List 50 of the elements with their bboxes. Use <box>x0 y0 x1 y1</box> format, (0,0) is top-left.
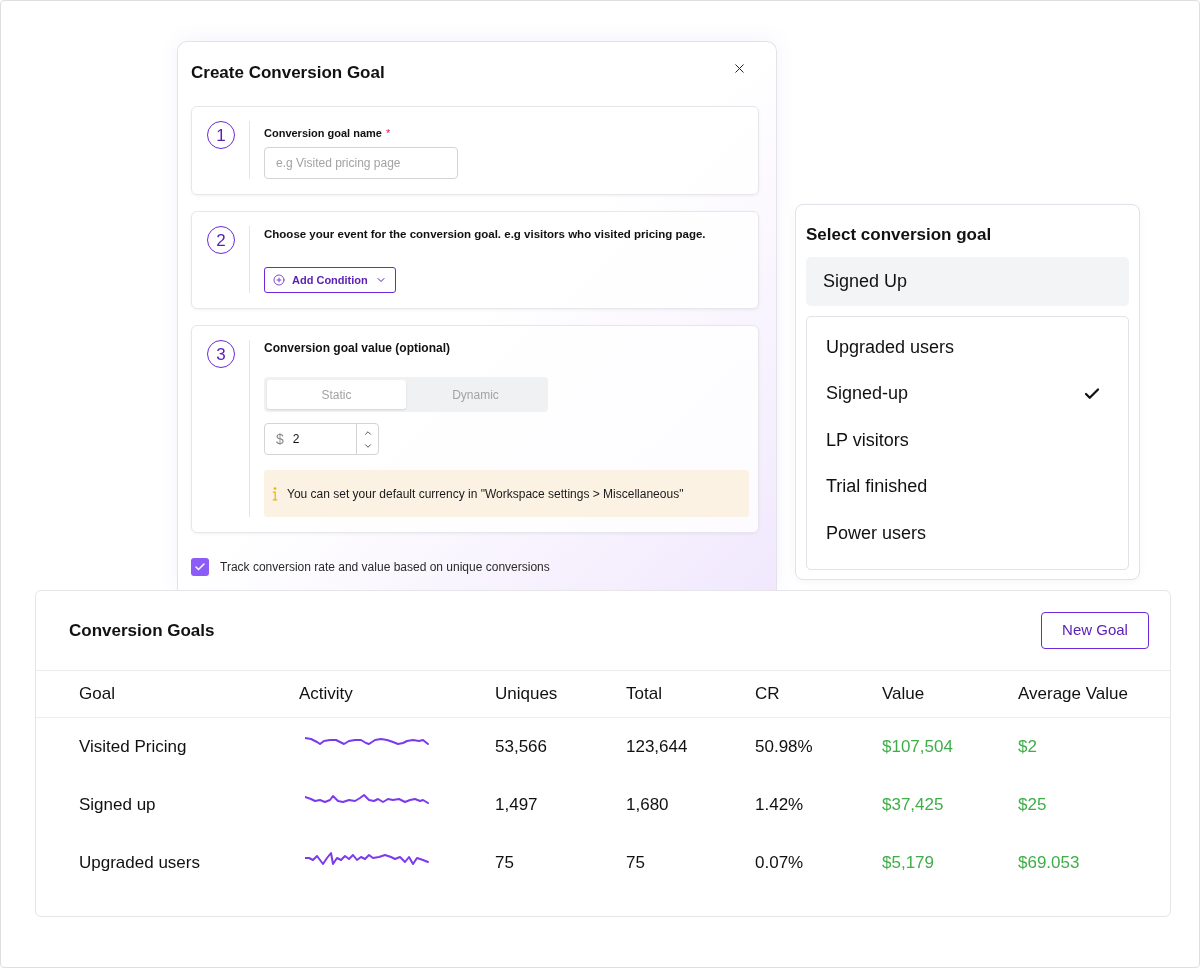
table-cell-text: 1,497 <box>495 794 538 817</box>
plus-circle-icon <box>273 274 285 286</box>
table-cell-text: 75 <box>495 852 514 875</box>
goal-option[interactable]: Power users <box>807 510 1128 557</box>
goal-option[interactable]: LP visitors <box>807 417 1128 464</box>
step-description: Choose your event for the conversion goal. e.g visitors who visited pricing page. <box>264 227 707 242</box>
column-header: Goal <box>79 683 116 706</box>
table-cell-text: Upgraded users <box>79 852 200 875</box>
table-cell-text: 123,644 <box>626 736 688 759</box>
goal-name-input[interactable]: e.g Visited pricing page <box>264 147 458 179</box>
table-cell-text: $37,425 <box>882 794 944 817</box>
table-cell-text: 53,566 <box>495 736 547 759</box>
checkbox[interactable] <box>191 558 209 576</box>
column-header: CR <box>755 683 781 706</box>
table-cell-text: 1,680 <box>626 794 669 817</box>
goal-option[interactable]: Signed-up <box>807 370 1128 417</box>
card-title: Conversion Goals <box>69 619 215 642</box>
info-icon <box>272 486 278 501</box>
table-cell-text: Signed up <box>79 794 156 817</box>
column-header: Average Value <box>1018 683 1129 706</box>
column-header: Value <box>882 683 926 706</box>
checkbox-label: Track conversion rate and value based on unique conversions <box>220 559 550 576</box>
table-cell-text: Visited Pricing <box>79 736 187 759</box>
field-label: Conversion goal name <box>264 126 382 140</box>
amount-input[interactable]: 2 <box>292 430 343 448</box>
field-label: Conversion goal value (optional) <box>264 340 452 356</box>
table-cell-text: $107,504 <box>882 736 953 759</box>
add-condition-button[interactable]: Add Condition <box>264 267 396 293</box>
goal-option[interactable]: Upgraded users <box>807 324 1128 371</box>
panel-title: Select conversion goal <box>806 224 993 246</box>
info-text: You can set your default currency in "Workspace settings > Miscellaneous" <box>287 485 684 503</box>
table-cell-text: $69.053 <box>1018 852 1080 875</box>
close-icon[interactable] <box>732 61 747 76</box>
modal-title: Create Conversion Goal <box>191 62 385 84</box>
column-header: Activity <box>299 683 354 706</box>
goal-select-field[interactable]: Signed Up <box>806 257 1129 306</box>
table-cell-text: 0.07% <box>755 852 804 875</box>
currency-symbol: $ <box>275 429 284 449</box>
new-goal-button[interactable]: New Goal <box>1041 612 1149 649</box>
table-cell-text: $5,179 <box>882 852 934 875</box>
table-cell-text: $2 <box>1018 736 1037 759</box>
table-cell-text: 1.42% <box>755 794 804 817</box>
table-cell-text: 75 <box>626 852 645 875</box>
check-icon <box>194 561 206 573</box>
goal-option[interactable]: Trial finished <box>807 463 1128 510</box>
column-header: Uniques <box>495 683 559 706</box>
column-header: Total <box>626 683 663 706</box>
table-cell-text: $25 <box>1018 794 1047 817</box>
table-cell-text: 50.98% <box>755 736 813 759</box>
required-mark: * <box>386 126 391 140</box>
